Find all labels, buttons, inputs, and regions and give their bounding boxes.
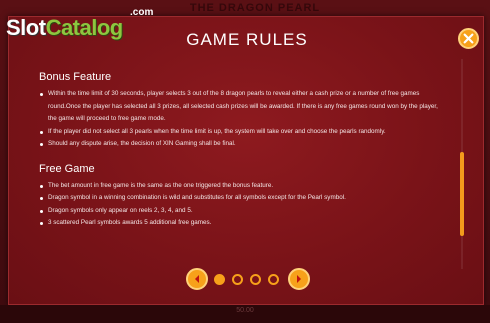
page-dot-3[interactable] xyxy=(250,274,261,285)
list-item: Within the time limit of 30 seconds, pla… xyxy=(39,88,439,126)
watermark-catalog: Catalog xyxy=(45,15,124,40)
section-heading-bonus-feature: Bonus Feature xyxy=(39,71,112,83)
page-dot-1[interactable] xyxy=(214,274,225,285)
list-item: The bet amount in free game is the same … xyxy=(39,180,439,193)
close-button[interactable] xyxy=(458,28,479,49)
bonus-feature-list: Within the time limit of 30 seconds, pla… xyxy=(39,88,439,151)
list-item: Dragon symbol in a winning combination i… xyxy=(39,192,439,205)
close-icon xyxy=(463,33,474,44)
list-item: Should any dispute arise, the decision o… xyxy=(39,138,439,151)
section-heading-free-game: Free Game xyxy=(39,162,95,175)
chevron-right-icon xyxy=(297,275,301,283)
page-navigator xyxy=(186,268,310,290)
list-item: 3 scattered Pearl symbols awards 5 addit… xyxy=(39,217,439,230)
next-page-button[interactable] xyxy=(288,268,310,290)
list-item: Dragon symbols only appear on reels 2, 3… xyxy=(39,205,439,218)
free-game-list: The bet amount in free game is the same … xyxy=(39,180,439,230)
watermark-com: .com xyxy=(130,7,154,18)
previous-page-button[interactable] xyxy=(186,268,208,290)
game-title: THE DRAGON PEARL xyxy=(189,2,321,14)
game-rules-panel: GAME RULES Bonus Feature Within the time… xyxy=(8,16,484,305)
watermark-logo: SlotCatalog xyxy=(6,15,123,41)
page-dot-4[interactable] xyxy=(268,274,279,285)
slotcatalog-watermark: .com SlotCatalog xyxy=(6,7,156,41)
page-dot-2[interactable] xyxy=(232,274,243,285)
watermark-slot: Slot xyxy=(6,15,46,40)
rules-content: Bonus Feature Within the time limit of 3… xyxy=(39,71,439,279)
chevron-left-icon xyxy=(195,275,199,283)
scrollbar-thumb[interactable] xyxy=(460,152,464,236)
bottom-bar-value: 50.00 xyxy=(236,307,254,314)
list-item: If the player did not select all 3 pearl… xyxy=(39,126,439,139)
